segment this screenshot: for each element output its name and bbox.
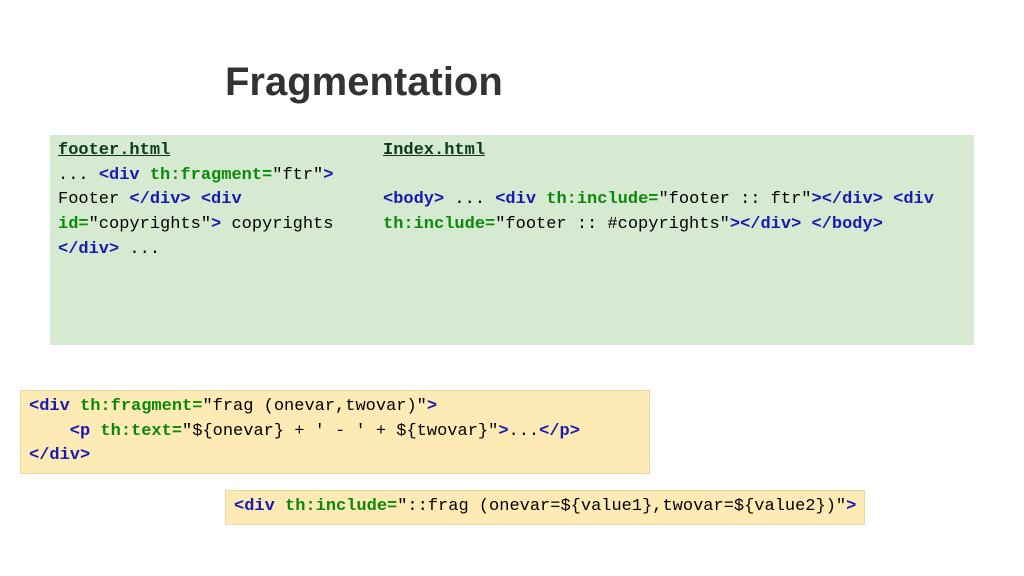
code-text: "copyrights": [89, 215, 211, 234]
code-block-green: footer.html ... <div th:fragment="ftr"> …: [50, 135, 974, 345]
code-text: >: [812, 190, 822, 209]
code-text: <div: [893, 190, 934, 209]
code-text: copyrights: [231, 215, 333, 234]
code-text: th:fragment=: [150, 166, 272, 185]
code-text: </div>: [822, 190, 883, 209]
code-text: </body>: [811, 215, 882, 234]
code-text: </div>: [740, 215, 801, 234]
page-title: Fragmentation: [225, 60, 503, 105]
code-text: <div: [99, 166, 150, 185]
code-text: </div>: [129, 190, 190, 209]
filename-footer: footer.html: [58, 139, 367, 164]
code-text: th:include=: [285, 497, 397, 516]
code-text: ...: [509, 422, 540, 441]
code-text: "footer :: #copyrights": [495, 215, 730, 234]
code-text: <div: [495, 190, 546, 209]
code-text: </p>: [539, 422, 580, 441]
code-text: th:include=: [383, 215, 495, 234]
code-text: "frag (onevar,twovar)": [202, 397, 426, 416]
code-text: >: [498, 422, 508, 441]
code-text: ...: [454, 190, 485, 209]
code-text: "ftr": [272, 166, 323, 185]
code-text: Footer: [58, 190, 119, 209]
code-text: id=: [58, 215, 89, 234]
code-text: ...: [129, 240, 160, 259]
code-text: </div>: [58, 240, 119, 259]
code-text: <div: [234, 497, 285, 516]
code-text: "::frag (onevar=${value1},twovar=${value…: [397, 497, 846, 516]
code-text: "footer :: ftr": [658, 190, 811, 209]
code-text: >: [323, 166, 333, 185]
code-column-index: Index.html <body> ... <div th:include="f…: [375, 135, 974, 345]
code-text: ...: [58, 166, 89, 185]
code-text: <p: [29, 422, 100, 441]
filename-index: Index.html: [383, 139, 966, 164]
code-text: >: [427, 397, 437, 416]
code-block-yellow-1: <div th:fragment="frag (onevar,twovar)">…: [20, 390, 650, 474]
code-text: th:fragment=: [80, 397, 202, 416]
code-text: >: [730, 215, 740, 234]
code-text: >: [211, 215, 221, 234]
code-text: th:include=: [546, 190, 658, 209]
code-text: th:text=: [100, 422, 182, 441]
code-column-footer: footer.html ... <div th:fragment="ftr"> …: [50, 135, 375, 345]
code-text: <body>: [383, 190, 444, 209]
code-text: <div: [201, 190, 242, 209]
code-text: >: [846, 497, 856, 516]
code-text: "${onevar} + ' - ' + ${twovar}": [182, 422, 498, 441]
code-block-yellow-2: <div th:include="::frag (onevar=${value1…: [225, 490, 865, 525]
code-text: <div: [29, 397, 80, 416]
code-text: </div>: [29, 446, 90, 465]
